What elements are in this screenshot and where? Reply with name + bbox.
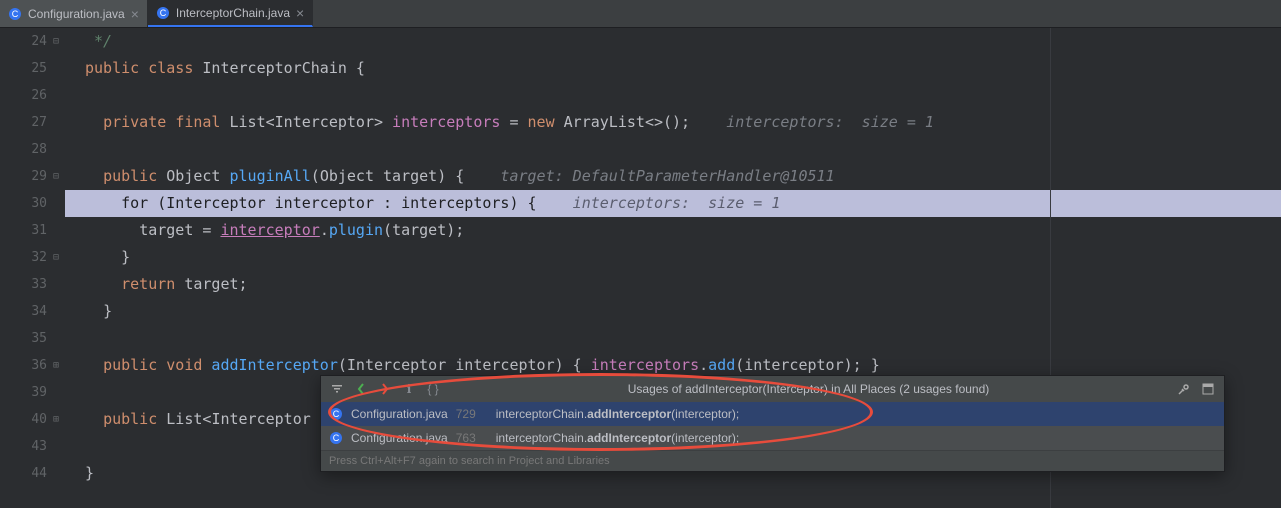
tab-configuration[interactable]: C Configuration.java × — [0, 0, 148, 27]
usage-row[interactable]: C Configuration.java 729 interceptorChai… — [321, 402, 1224, 426]
line-gutter: 24 ⊟ 25 26 27 28 29 ⊟ 30 31 32 ⊟ 33 34 35 3… — [0, 28, 65, 508]
svg-text:C: C — [333, 433, 340, 443]
settings-icon[interactable] — [1174, 379, 1194, 399]
next-occurrence-icon[interactable] — [375, 379, 395, 399]
line-number: 34 — [31, 304, 47, 319]
code-line: return target; — [85, 271, 1281, 298]
usage-line-number: 763 — [456, 431, 476, 445]
code-line: } — [85, 298, 1281, 325]
java-class-icon: C — [156, 6, 170, 20]
line-number: 30 — [31, 196, 47, 211]
line-number: 35 — [31, 331, 47, 346]
fold-icon[interactable]: ⊟ — [53, 244, 59, 271]
fold-icon[interactable]: ⊟ — [53, 28, 59, 55]
usage-code: interceptorChain.addInterceptor(intercep… — [496, 407, 739, 421]
line-number: 25 — [31, 61, 47, 76]
code-line: private final List<Interceptor> intercep… — [85, 109, 1281, 136]
prev-occurrence-icon[interactable] — [351, 379, 371, 399]
filter-icon[interactable] — [327, 379, 347, 399]
line-number: 36 — [31, 358, 47, 373]
code-line: } — [85, 244, 1281, 271]
info-icon[interactable]: ℹ — [399, 379, 419, 399]
fold-icon[interactable]: ⊞ — [53, 352, 59, 379]
popup-hint: Press Ctrl+Alt+F7 again to search in Pro… — [321, 450, 1224, 471]
java-class-icon: C — [329, 407, 343, 421]
code-line: */ — [85, 28, 1281, 55]
line-number: 43 — [31, 439, 47, 454]
tab-label: Configuration.java — [28, 7, 125, 21]
code-line-highlighted: for (Interceptor interceptor : intercept… — [85, 190, 1281, 217]
popup-toolbar: ℹ { } Usages of addInterceptor(Intercept… — [321, 376, 1224, 402]
svg-text:C: C — [333, 409, 340, 419]
code-line: target = interceptor.plugin(target); — [85, 217, 1281, 244]
fold-icon[interactable]: ⊞ — [53, 406, 59, 433]
usage-row[interactable]: C Configuration.java 763 interceptorChai… — [321, 426, 1224, 450]
line-number: 31 — [31, 223, 47, 238]
line-number: 39 — [31, 385, 47, 400]
code-line — [85, 82, 1281, 109]
line-number: 40 — [31, 412, 47, 427]
svg-text:C: C — [12, 9, 19, 19]
code-line — [85, 136, 1281, 163]
line-number: 29 — [31, 169, 47, 184]
close-icon[interactable]: × — [296, 6, 304, 20]
tab-label: InterceptorChain.java — [176, 6, 290, 20]
line-number: 32 — [31, 250, 47, 265]
line-number: 28 — [31, 142, 47, 157]
svg-text:C: C — [160, 8, 167, 18]
fold-icon[interactable]: ⊟ — [53, 163, 59, 190]
code-icon[interactable]: { } — [423, 379, 443, 399]
usage-line-number: 729 — [456, 407, 476, 421]
find-usages-popup: ℹ { } Usages of addInterceptor(Intercept… — [320, 375, 1225, 472]
line-number: 27 — [31, 115, 47, 130]
line-number: 26 — [31, 88, 47, 103]
popup-title: Usages of addInterceptor(Interceptor) in… — [447, 382, 1170, 396]
line-number: 24 — [31, 34, 47, 49]
java-class-icon: C — [329, 431, 343, 445]
usage-file: Configuration.java — [351, 431, 448, 445]
editor-tabs: C Configuration.java × C InterceptorChai… — [0, 0, 1281, 28]
code-line: public class InterceptorChain { — [85, 55, 1281, 82]
line-number: 33 — [31, 277, 47, 292]
line-number: 44 — [31, 466, 47, 481]
usage-file: Configuration.java — [351, 407, 448, 421]
tab-interceptorchain[interactable]: C InterceptorChain.java × — [148, 0, 313, 27]
code-line — [85, 325, 1281, 352]
java-class-icon: C — [8, 7, 22, 21]
close-icon[interactable]: × — [131, 7, 139, 21]
open-in-tool-window-icon[interactable] — [1198, 379, 1218, 399]
usage-code: interceptorChain.addInterceptor(intercep… — [496, 431, 739, 445]
code-line: public Object pluginAll(Object target) {… — [85, 163, 1281, 190]
